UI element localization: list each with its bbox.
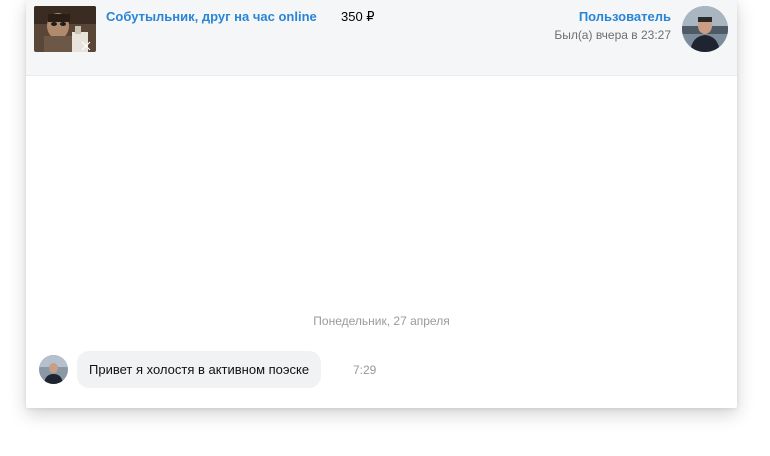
ad-price: 350 ₽ bbox=[341, 9, 375, 24]
ad-title-link[interactable]: Собутыльник, друг на час online bbox=[106, 9, 317, 24]
chat-window: Собутыльник, друг на час online 350 ₽ По… bbox=[26, 0, 737, 408]
message-bubble: Привет я холостя в активном поэске bbox=[77, 351, 322, 388]
ad-thumbnail[interactable] bbox=[34, 6, 96, 52]
message-time: 7:29 bbox=[353, 363, 377, 377]
user-avatar[interactable] bbox=[682, 6, 728, 52]
sender-avatar-icon bbox=[39, 355, 68, 384]
message-row: Привет я холостя в активном поэске 7:29 bbox=[39, 351, 719, 389]
sender-avatar bbox=[39, 355, 68, 384]
ad-photo-icon bbox=[34, 6, 96, 52]
user-avatar-icon bbox=[682, 6, 728, 52]
date-separator: Понедельник, 27 апреля bbox=[313, 314, 450, 328]
user-last-seen-status: Был(а) вчера в 23:27 bbox=[554, 28, 671, 42]
chat-header: Собутыльник, друг на час online 350 ₽ По… bbox=[26, 0, 737, 76]
user-name-link[interactable]: Пользователь bbox=[579, 9, 671, 24]
